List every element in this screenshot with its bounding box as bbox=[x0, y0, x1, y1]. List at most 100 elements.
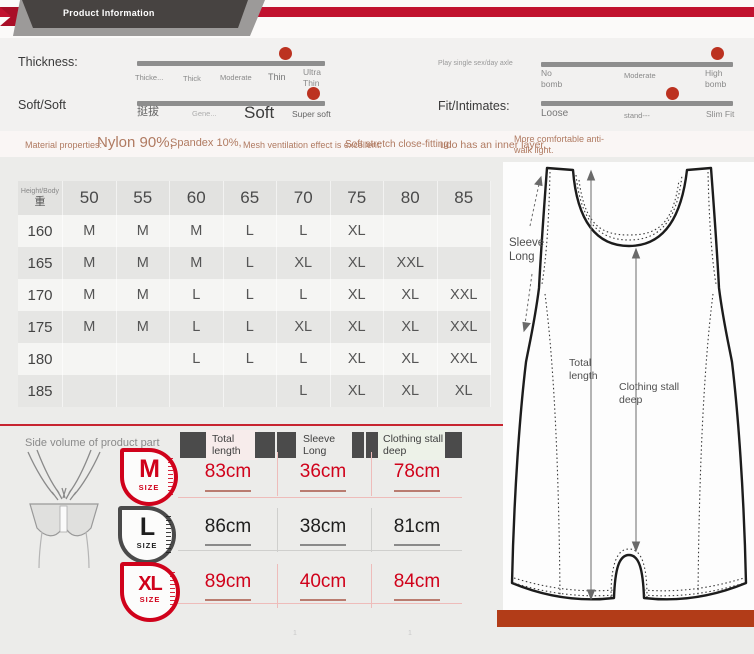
table-cell: M bbox=[116, 279, 170, 311]
table-cell: XL bbox=[384, 311, 438, 343]
table-cell bbox=[170, 375, 224, 407]
value-underline bbox=[300, 599, 346, 601]
table-cell: XL bbox=[384, 343, 438, 375]
table-row: 180 L L L XL XL XXL bbox=[18, 343, 491, 375]
table-cell: XL bbox=[330, 311, 384, 343]
fit-slider-dot bbox=[666, 87, 679, 100]
column-header: 80 bbox=[384, 181, 438, 215]
corner-label-top: Height/Body bbox=[20, 188, 60, 196]
table-cell bbox=[437, 215, 491, 247]
badge-size-letter: XL bbox=[138, 573, 163, 595]
column-separator bbox=[277, 452, 278, 496]
table-cell: L bbox=[277, 343, 331, 375]
soft-tick-1: Gene... bbox=[192, 109, 217, 118]
row-header: 170 bbox=[18, 279, 63, 311]
page-title: Product Information bbox=[63, 8, 155, 18]
fit-label: Fit/Intimates: bbox=[438, 99, 510, 113]
table-cell bbox=[63, 375, 117, 407]
table-cell: L bbox=[277, 279, 331, 311]
soft-tick-2: Soft bbox=[244, 103, 275, 122]
soft-tick-3: Super soft bbox=[292, 109, 331, 119]
value-underline bbox=[394, 599, 440, 601]
row-underline bbox=[178, 497, 462, 498]
row-underline bbox=[178, 550, 462, 551]
soft-label: Soft/Soft bbox=[18, 98, 66, 112]
table-cell bbox=[437, 247, 491, 279]
row-header: 160 bbox=[18, 215, 63, 247]
column-header: 85 bbox=[437, 181, 491, 215]
elasticity-tick-2: High bomb bbox=[705, 68, 727, 89]
soft-slider-dot bbox=[307, 87, 320, 100]
table-cell: M bbox=[63, 215, 117, 247]
table-cell: XL bbox=[384, 279, 438, 311]
measure-value: 84cm bbox=[393, 571, 441, 592]
size-badge-xl: XL SIZE bbox=[120, 562, 180, 622]
row-header: 185 bbox=[18, 375, 63, 407]
measure-value: 36cm bbox=[299, 461, 347, 482]
table-cell: L bbox=[277, 375, 331, 407]
column-header: 75 bbox=[330, 181, 384, 215]
table-row: 160 M M M L L XL bbox=[18, 215, 491, 247]
column-separator bbox=[277, 564, 278, 608]
measure-value: 38cm bbox=[299, 516, 347, 537]
table-cell: XL bbox=[330, 215, 384, 247]
badge-size-sub: SIZE bbox=[138, 483, 160, 492]
column-header: 70 bbox=[277, 181, 331, 215]
value-underline bbox=[300, 544, 346, 546]
table-cell: M bbox=[63, 311, 117, 343]
thickness-tick-1: Thick bbox=[183, 74, 201, 83]
table-cell: XXL bbox=[384, 247, 438, 279]
column-separator bbox=[277, 508, 278, 552]
value-underline bbox=[205, 490, 251, 492]
elasticity-label: Play single sex/day axle bbox=[438, 60, 513, 67]
measure-value: 40cm bbox=[299, 571, 347, 592]
page-mark: 1 bbox=[293, 630, 297, 637]
table-cell bbox=[116, 343, 170, 375]
value-underline bbox=[394, 490, 440, 492]
table-cell: XL bbox=[330, 343, 384, 375]
garment-diagram-panel: Sleeve Long Total length Clothing stall … bbox=[503, 162, 754, 610]
fit-tick-0: Loose bbox=[541, 108, 569, 119]
column-header: 55 bbox=[116, 181, 170, 215]
table-cell: XL bbox=[330, 279, 384, 311]
table-cell: XXL bbox=[437, 343, 491, 375]
thickness-label: Thickness: bbox=[18, 55, 78, 69]
table-cell bbox=[116, 375, 170, 407]
value-underline bbox=[394, 544, 440, 546]
value-underline bbox=[205, 599, 251, 601]
material-properties-row: Material properties: Nylon 90%, Spandex … bbox=[0, 131, 754, 157]
elasticity-slider-dot bbox=[711, 47, 724, 60]
measure-value: 78cm bbox=[393, 461, 441, 482]
diagram-label-total-length: Total length bbox=[569, 357, 598, 383]
page-mark: 1 bbox=[408, 630, 412, 637]
size-badge-m: M SIZE bbox=[120, 448, 178, 506]
elasticity-tick-1: Moderate bbox=[624, 71, 656, 80]
table-cell: XXL bbox=[437, 311, 491, 343]
table-cell: M bbox=[170, 247, 224, 279]
table-cell: L bbox=[170, 279, 224, 311]
table-cell: M bbox=[116, 311, 170, 343]
measure-row-m: M SIZE 83cm 36cm 78cm bbox=[0, 448, 497, 506]
thickness-tick-4: Ultra Thin bbox=[303, 67, 321, 88]
badge-size-letter: M bbox=[139, 455, 160, 483]
column-header: 50 bbox=[63, 181, 117, 215]
fit-tick-2: Slim Fit bbox=[706, 109, 735, 119]
column-separator bbox=[371, 452, 372, 496]
soft-tick-0: 挺拔 bbox=[137, 106, 159, 118]
thickness-slider-track bbox=[137, 61, 325, 66]
table-cell: L bbox=[223, 343, 277, 375]
column-header: 60 bbox=[170, 181, 224, 215]
table-cell: XL bbox=[330, 375, 384, 407]
table-corner-cell: Height/Body 重 bbox=[18, 181, 63, 215]
row-header: 175 bbox=[18, 311, 63, 343]
table-cell: L bbox=[223, 279, 277, 311]
table-cell: L bbox=[223, 247, 277, 279]
value-underline bbox=[205, 544, 251, 546]
section-divider-line bbox=[0, 424, 503, 426]
column-header: 65 bbox=[223, 181, 277, 215]
table-row: 165 M M M L XL XL XXL bbox=[18, 247, 491, 279]
measure-row-xl: XL SIZE 89cm 40cm 84cm bbox=[0, 560, 497, 622]
table-cell: L bbox=[277, 215, 331, 247]
size-badge-l: L SIZE bbox=[118, 506, 176, 564]
table-cell: M bbox=[116, 247, 170, 279]
